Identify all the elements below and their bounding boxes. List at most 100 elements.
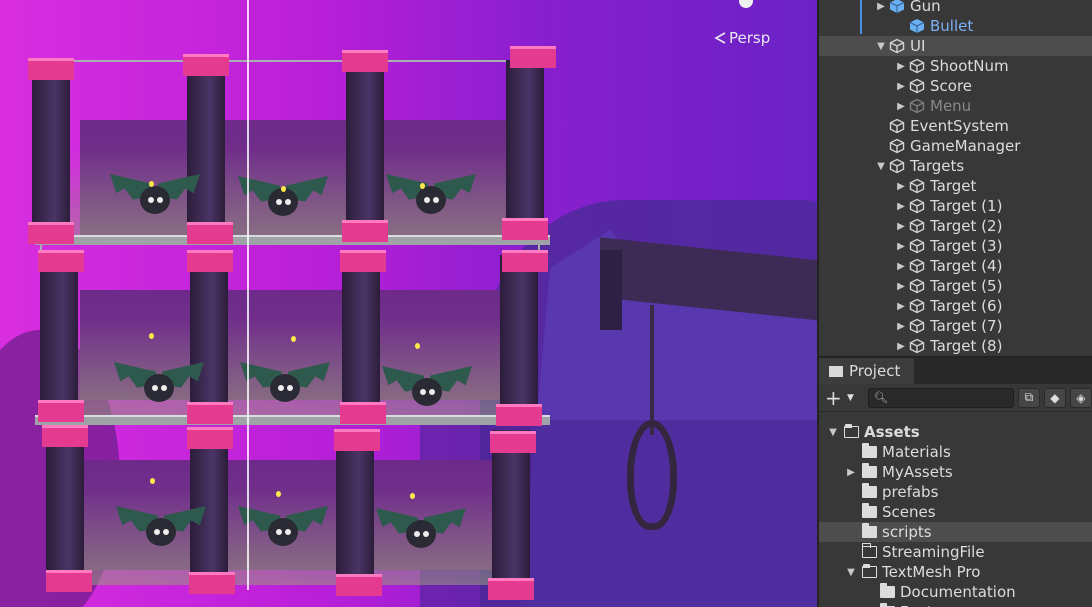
hierarchy-item[interactable]: Bullet — [819, 16, 1092, 36]
chevron-right-icon[interactable]: ▶ — [895, 221, 907, 232]
project-folder-item[interactable]: Documentation — [819, 582, 1092, 602]
gameobject-cube-icon — [909, 278, 925, 294]
hierarchy-item[interactable]: ▶ Menu — [819, 96, 1092, 116]
pillar-cap — [183, 54, 229, 76]
project-folder-item[interactable]: ▼ TextMesh Pro — [819, 562, 1092, 582]
gibbet-post — [600, 250, 622, 330]
hierarchy-item[interactable]: ▶ Target — [819, 176, 1092, 196]
gameobject-cube-icon — [889, 38, 905, 54]
project-folder-item[interactable]: scripts — [819, 522, 1092, 542]
bat-target[interactable] — [382, 362, 472, 412]
pillar-cap — [28, 222, 74, 244]
hierarchy-item[interactable]: ▶ ShootNum — [819, 56, 1092, 76]
pillar-cap — [490, 431, 536, 453]
project-folder-item[interactable]: prefabs — [819, 482, 1092, 502]
gameobject-cube-icon — [909, 178, 925, 194]
chevron-down-icon[interactable]: ▼ — [875, 161, 887, 172]
hierarchy-item-label: Target (8) — [930, 337, 1003, 355]
hierarchy-item[interactable]: ▶ Score — [819, 76, 1092, 96]
type-filter-icon[interactable]: ◆ — [1043, 387, 1066, 408]
pillar — [492, 430, 530, 590]
pillar-cap — [42, 425, 88, 447]
chevron-right-icon[interactable]: ▶ — [895, 81, 907, 92]
project-folder-item[interactable]: StreamingFile — [819, 542, 1092, 562]
hierarchy-item-label: GameManager — [910, 137, 1021, 155]
project-folder-label: TextMesh Pro — [882, 563, 981, 581]
pillar-cap — [46, 570, 92, 592]
chevron-down-icon[interactable]: ▼ — [827, 427, 839, 438]
pillar-cap — [336, 574, 382, 596]
hierarchy-item[interactable]: EventSystem — [819, 116, 1092, 136]
hierarchy-item[interactable]: ▶ Target (8) — [819, 336, 1092, 356]
hierarchy-item[interactable]: ▶ Target (4) — [819, 256, 1092, 276]
bat-target[interactable] — [116, 502, 206, 552]
chevron-right-icon[interactable]: ▶ — [895, 201, 907, 212]
chevron-right-icon[interactable]: ▶ — [875, 1, 887, 12]
hierarchy-item[interactable]: ▶ Target (1) — [819, 196, 1092, 216]
chevron-right-icon[interactable]: ▶ — [895, 261, 907, 272]
plus-icon[interactable]: + — [825, 388, 843, 408]
project-folder-label: Scenes — [882, 503, 936, 521]
pillar-cap — [488, 578, 534, 600]
project-folder-item[interactable]: ▼ Assets — [819, 422, 1092, 442]
hierarchy-item[interactable]: ▶ Target (3) — [819, 236, 1092, 256]
chevron-down-icon[interactable]: ▼ — [847, 393, 854, 403]
pillar-cap — [340, 402, 386, 424]
bat-target[interactable] — [238, 502, 328, 552]
hierarchy-item[interactable]: GameManager — [819, 136, 1092, 156]
bat-target[interactable] — [386, 170, 476, 220]
chevron-right-icon[interactable]: ▶ — [895, 341, 907, 352]
hierarchy-item[interactable]: ▶ Target (7) — [819, 316, 1092, 336]
scene-search-icon[interactable]: ⧉ — [1017, 387, 1040, 408]
hierarchy-item-label: Menu — [930, 97, 972, 115]
chevron-right-icon[interactable]: ▶ — [895, 101, 907, 112]
pillar-cap — [38, 400, 84, 422]
project-folder-item[interactable]: ▶ MyAssets — [819, 462, 1092, 482]
hierarchy-item[interactable]: ▼ UI — [819, 36, 1092, 56]
chevron-right-icon[interactable]: ▶ — [895, 181, 907, 192]
project-folder-item[interactable]: Scenes — [819, 502, 1092, 522]
hierarchy-item-label: Bullet — [930, 17, 974, 35]
chevron-right-icon[interactable]: ▶ — [895, 281, 907, 292]
chevron-down-icon[interactable]: ▼ — [845, 567, 857, 578]
label-filter-icon[interactable]: ◈ — [1069, 387, 1092, 408]
pillar-cap — [187, 222, 233, 244]
chevron-down-icon[interactable]: ▼ — [875, 41, 887, 52]
folder-icon — [862, 483, 877, 498]
chevron-right-icon[interactable]: ▶ — [895, 321, 907, 332]
pillar — [506, 60, 544, 240]
chevron-right-icon[interactable]: ▶ — [895, 241, 907, 252]
search-input[interactable]: 🔍︎ — [867, 387, 1014, 408]
search-icon: 🔍︎ — [873, 391, 888, 404]
hierarchy-item[interactable]: ▶ Gun — [819, 0, 1092, 16]
bat-target[interactable] — [376, 504, 466, 554]
scene-view[interactable]: Persp — [0, 0, 817, 607]
target-shelf[interactable] — [28, 40, 560, 600]
chevron-right-icon[interactable]: ▶ — [895, 301, 907, 312]
pillar-cap — [38, 250, 84, 272]
perspective-toggle[interactable]: Persp — [713, 29, 770, 47]
hierarchy-item[interactable]: ▶ Target (2) — [819, 216, 1092, 236]
tab-project[interactable]: Project — [819, 358, 915, 384]
light-gizmo-icon[interactable] — [739, 0, 753, 8]
hierarchy-panel[interactable]: ▶ Gun Bullet ▼ UI ▶ ShootNum ▶ Score ▶ Menu EventSy… — [817, 0, 1092, 356]
project-panel[interactable]: Project + ▼ 🔍︎ ⧉ ◆ ◈ ▼ Assets Materials ▶ My… — [817, 356, 1092, 607]
hierarchy-item[interactable]: ▼ Targets — [819, 156, 1092, 176]
bat-target[interactable] — [110, 170, 200, 220]
hierarchy-item[interactable]: ▶ Target (5) — [819, 276, 1092, 296]
project-folder-label: Assets — [864, 423, 920, 441]
project-folder-label: StreamingFile — [882, 543, 985, 561]
chevron-right-icon[interactable]: ▶ — [895, 61, 907, 72]
bat-target[interactable] — [240, 358, 330, 408]
hierarchy-item[interactable]: ▶ Target (6) — [819, 296, 1092, 316]
pillar — [40, 255, 78, 415]
bat-target[interactable] — [238, 172, 328, 222]
project-folder-item[interactable]: Materials — [819, 442, 1092, 462]
gibbet-rope — [650, 305, 654, 435]
bat-target[interactable] — [114, 358, 204, 408]
prefab-cube-icon — [909, 19, 925, 33]
project-folder-label: MyAssets — [882, 463, 953, 481]
chevron-right-icon[interactable]: ▶ — [845, 467, 857, 478]
project-folder-item[interactable]: Fonts — [819, 602, 1092, 607]
hierarchy-item-label: Target (3) — [930, 237, 1003, 255]
